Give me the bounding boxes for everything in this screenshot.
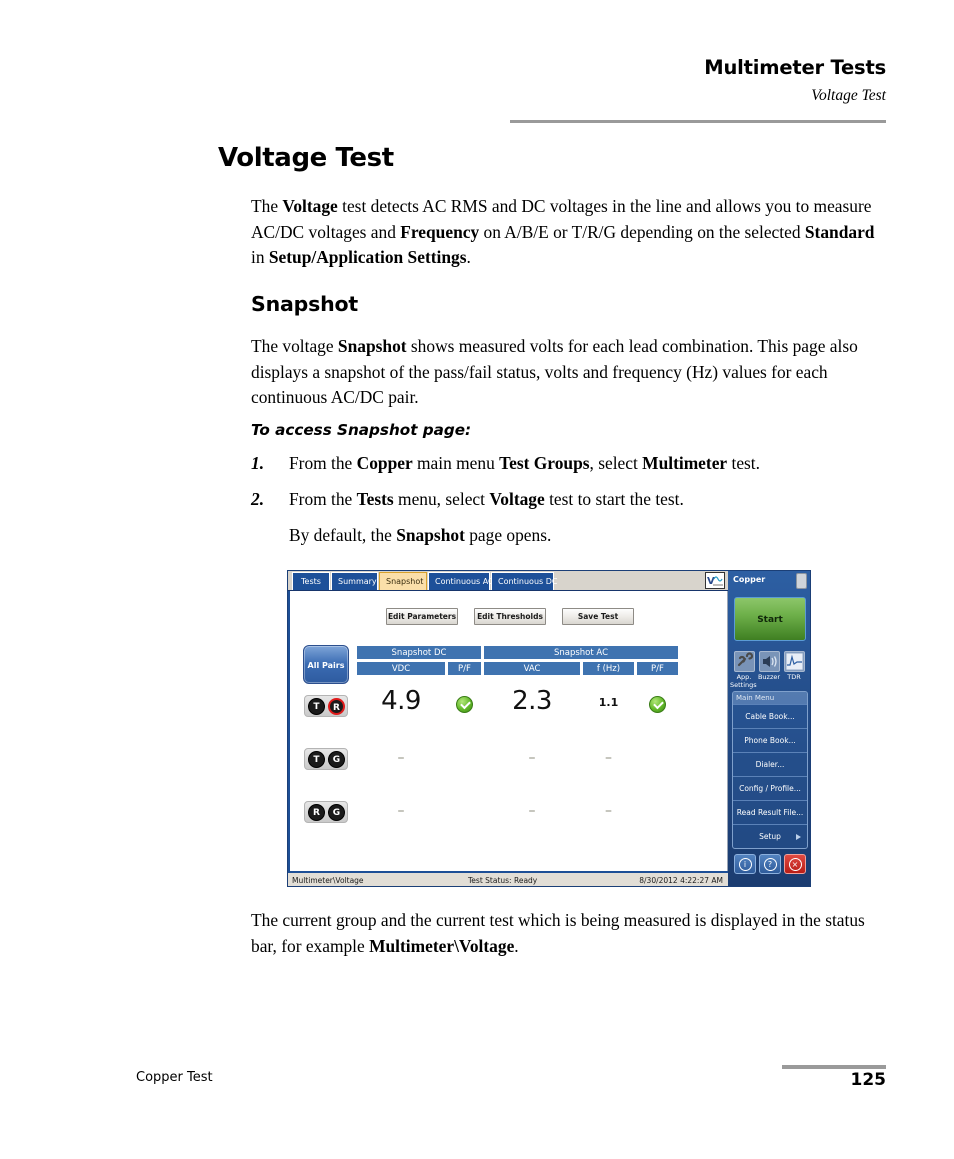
close-icon: × — [788, 858, 802, 871]
column-header-ac-pf: P/F — [636, 661, 679, 676]
cell-vac: – — [528, 750, 536, 766]
info-icon: i — [738, 858, 752, 871]
edit-parameters-button[interactable]: Edit Parameters — [386, 608, 458, 625]
column-header-vac: VAC — [483, 661, 581, 676]
buzzer-label: Buzzer — [757, 673, 781, 681]
menu-item-cable-book[interactable]: Cable Book... — [733, 704, 807, 728]
lead-t-icon: T — [308, 751, 325, 768]
snapshot-heading: Snapshot — [251, 292, 358, 316]
device-screenshot-figure: Tests Summary Snapshot Continuous AC Con… — [287, 570, 811, 887]
column-header-vdc: VDC — [356, 661, 446, 676]
pair-badge-tr: T R — [304, 695, 348, 717]
column-header-dc-pf: P/F — [447, 661, 482, 676]
main-menu: Main Menu Cable Book... Phone Book... Di… — [732, 691, 808, 849]
step-text: By default, the Snapshot page opens. — [289, 525, 552, 545]
cell-vdc: – — [397, 750, 405, 766]
main-menu-header: Main Menu — [733, 692, 807, 704]
table-row: T R 4.9 2.3 1.1 — [290, 683, 730, 735]
step-number: 2. — [251, 489, 265, 509]
step-text: From the Copper main menu Test Groups, s… — [289, 453, 760, 473]
device-app-area: Tests Summary Snapshot Continuous AC Con… — [288, 571, 728, 886]
app-settings-label-line2: Settings — [730, 681, 757, 689]
tab-strip: Tests Summary Snapshot Continuous AC Con… — [288, 571, 728, 591]
step-2: 2. From the Tests menu, select Voltage t… — [251, 487, 891, 512]
menu-item-read-result-file[interactable]: Read Result File... — [733, 800, 807, 824]
question-icon: ? — [763, 858, 777, 871]
tab-continuous-ac[interactable]: Continuous AC — [428, 572, 494, 590]
snapshot-panel: Edit Parameters Edit Thresholds Save Tes… — [288, 591, 728, 871]
battery-icon — [796, 573, 807, 589]
cell-vdc: 4.9 — [381, 686, 421, 716]
cell-frequency: – — [605, 750, 612, 766]
step-result: By default, the Snapshot page opens. — [251, 523, 891, 548]
step-number: 1. — [251, 453, 265, 473]
snapshot-paragraph: The voltage Snapshot shows measured volt… — [251, 336, 858, 407]
close-button[interactable]: × — [784, 854, 806, 874]
menu-item-config-profile[interactable]: Config / Profile... — [733, 776, 807, 800]
cell-vac: – — [528, 803, 536, 819]
sidebar-title: Copper — [733, 575, 766, 584]
column-header-frequency: f (Hz) — [582, 661, 635, 676]
status-bar: Multimeter\Voltage Test Status: Ready 8/… — [288, 871, 728, 886]
group-header-snapshot-ac: Snapshot AC — [483, 645, 679, 660]
pair-badge-rg: R G — [304, 801, 348, 823]
tab-tests[interactable]: Tests — [292, 572, 330, 590]
menu-item-setup-label: Setup — [759, 832, 781, 841]
status-badge-dc-pass — [456, 696, 473, 713]
tdr-button[interactable] — [784, 651, 805, 672]
edit-thresholds-button[interactable]: Edit Thresholds — [474, 608, 546, 625]
step-text: From the Tests menu, select Voltage test… — [289, 489, 684, 509]
app-settings-label: App. — [736, 673, 752, 681]
status-path: Multimeter\Voltage — [292, 876, 364, 885]
lead-r-icon: R — [328, 698, 345, 715]
lead-r-icon: R — [308, 804, 325, 821]
header-divider — [510, 120, 886, 123]
table-row: T G – – – — [290, 736, 730, 788]
cell-vdc: – — [397, 803, 405, 819]
closing-paragraph: The current group and the current test w… — [251, 910, 865, 956]
page-header: Multimeter Tests Voltage Test — [0, 0, 954, 105]
info-button[interactable]: i — [734, 854, 756, 874]
status-badge-ac-pass — [649, 696, 666, 713]
start-button[interactable]: Start — [734, 597, 806, 641]
lead-t-icon: T — [308, 698, 325, 715]
device-sidebar: Copper Start App. Buzzer TDR Settings Ma… — [728, 571, 810, 886]
help-button[interactable]: ? — [759, 854, 781, 874]
pair-badge-tg: T G — [304, 748, 348, 770]
save-test-button[interactable]: Save Test — [562, 608, 634, 625]
menu-item-phone-book[interactable]: Phone Book... — [733, 728, 807, 752]
menu-item-dialer[interactable]: Dialer... — [733, 752, 807, 776]
cell-frequency: – — [605, 803, 612, 819]
intro-paragraph: The Voltage test detects AC RMS and DC v… — [251, 196, 875, 267]
tab-snapshot[interactable]: Snapshot — [379, 572, 427, 590]
buzzer-button[interactable] — [759, 651, 780, 672]
lead-g-icon: G — [328, 804, 345, 821]
page-title: Voltage Test — [218, 143, 394, 173]
header-subtitle: Voltage Test — [811, 87, 886, 105]
cell-vac: 2.3 — [512, 686, 552, 716]
cell-frequency: 1.1 — [598, 696, 619, 709]
procedure-title: To access Snapshot page: — [251, 421, 472, 439]
footer-left-label: Copper Test — [136, 1070, 213, 1085]
waveform-icon[interactable]: V — [705, 572, 725, 589]
tdr-label: TDR — [787, 673, 801, 681]
status-timestamp: 8/30/2012 4:22:27 AM — [639, 876, 723, 885]
table-row: R G – – – — [290, 789, 730, 841]
header-title: Multimeter Tests — [704, 56, 886, 79]
page-number: 125 — [850, 1070, 887, 1090]
menu-item-setup[interactable]: Setup — [733, 824, 807, 848]
tab-continuous-dc[interactable]: Continuous DC — [491, 572, 557, 590]
lead-g-icon: G — [328, 751, 345, 768]
footer-divider — [782, 1065, 886, 1069]
tab-summary[interactable]: Summary — [331, 572, 378, 590]
app-settings-button[interactable] — [734, 651, 755, 672]
group-header-snapshot-dc: Snapshot DC — [356, 645, 482, 660]
step-1: 1. From the Copper main menu Test Groups… — [251, 451, 891, 476]
chevron-right-icon — [796, 834, 801, 840]
all-pairs-button[interactable]: All Pairs — [303, 645, 349, 684]
status-text: Test Status: Ready — [468, 876, 538, 885]
